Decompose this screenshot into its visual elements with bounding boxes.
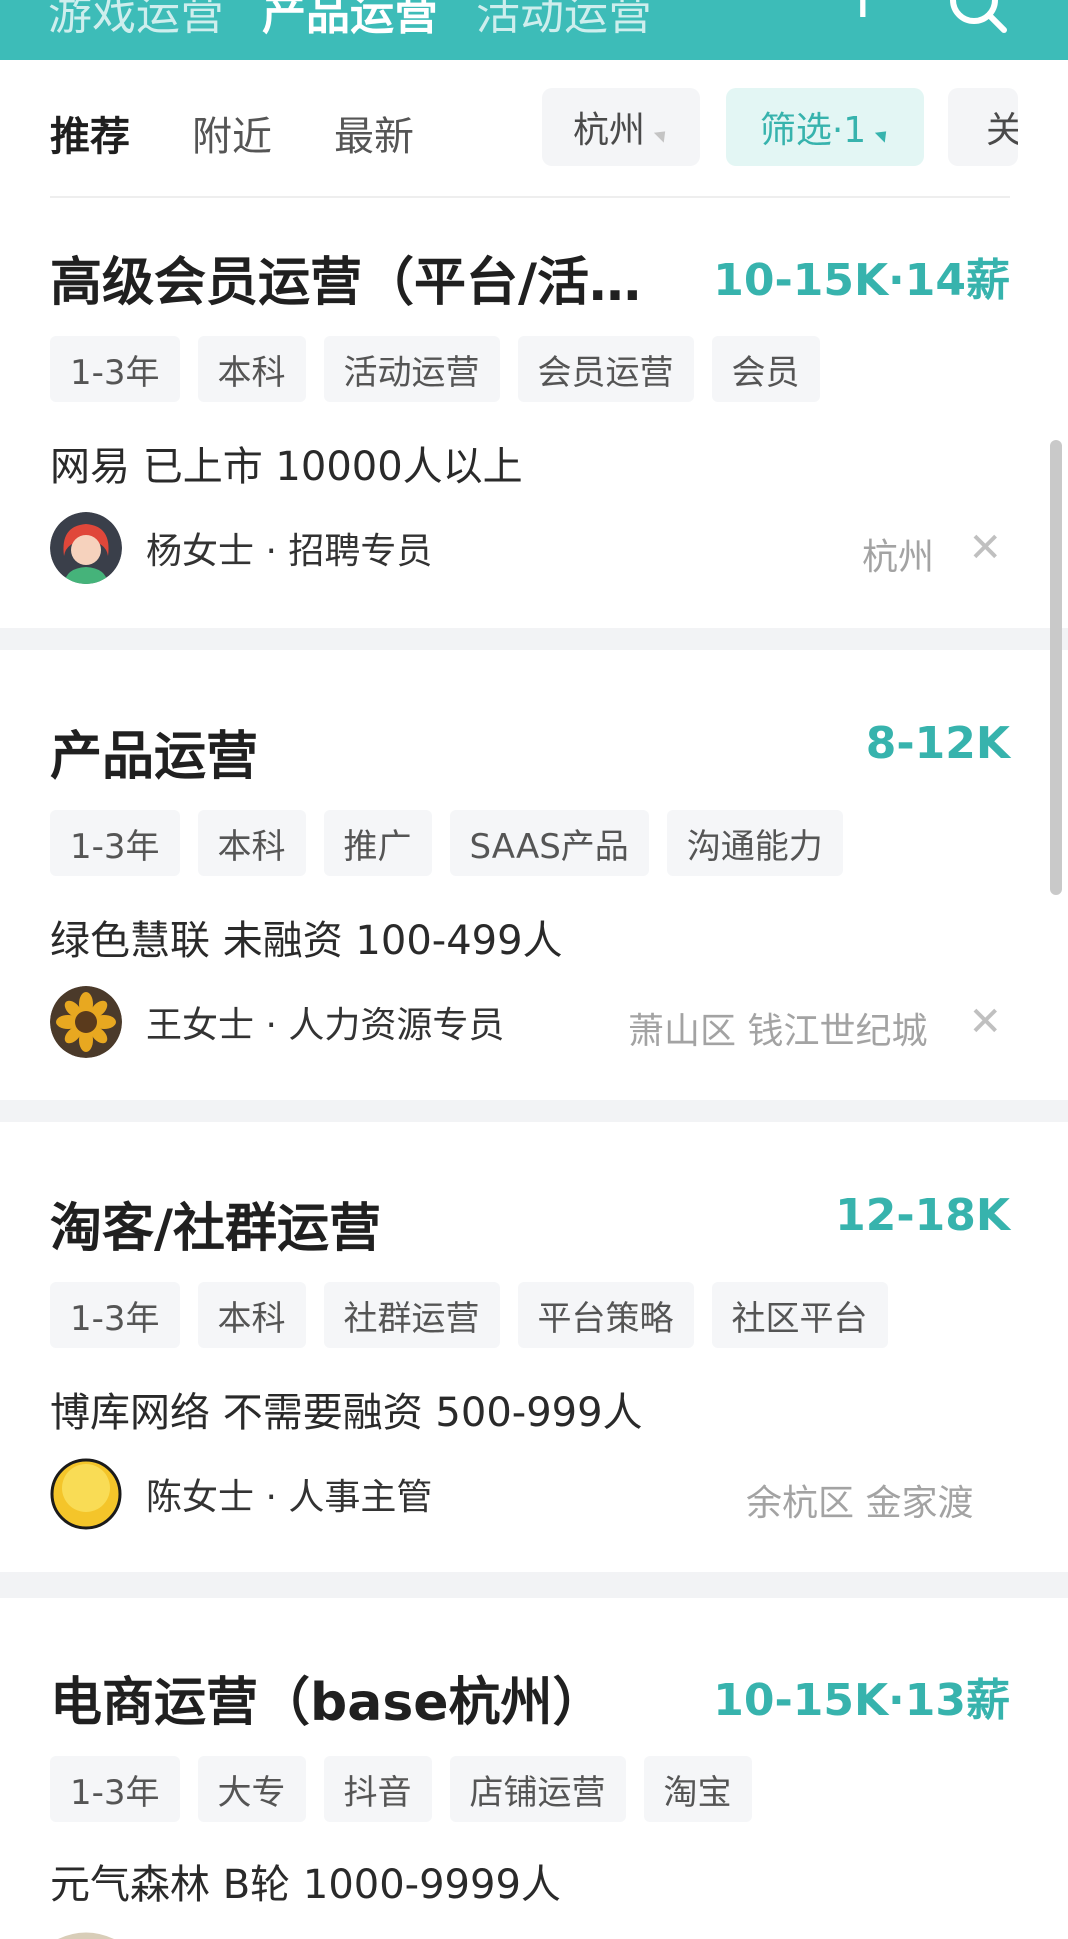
search-icon[interactable] bbox=[946, 0, 1008, 34]
tab-nearby[interactable]: 附近 bbox=[192, 104, 272, 162]
more-filter-chip[interactable]: 关 bbox=[948, 88, 1018, 166]
filter-bar: 推荐 附近 最新 杭州 筛选·1 关 bbox=[0, 60, 1068, 198]
job-tags: 1-3年 大专 抖音 店铺运营 淘宝 bbox=[50, 1756, 752, 1822]
job-location: 杭州 bbox=[862, 537, 935, 578]
job-card[interactable]: 产品运营 8-12K 1-3年 本科 推广 SAAS产品 沟通能力 绿色慧联 未… bbox=[0, 650, 1068, 1100]
job-salary: 8-12K bbox=[865, 718, 1010, 769]
top-nav-bar: 游戏运营 产品运营 活动运营 + bbox=[0, 0, 1068, 60]
job-card[interactable]: 电商运营（base杭州） 10-15K·13薪 1-3年 大专 抖音 店铺运营 … bbox=[0, 1598, 1068, 1939]
job-tag: 1-3年 bbox=[50, 336, 180, 402]
top-tab-product-ops[interactable]: 产品运营 bbox=[262, 0, 438, 42]
job-tag: 本科 bbox=[197, 336, 306, 402]
job-salary: 10-15K·14薪 bbox=[713, 255, 1010, 306]
job-tags: 1-3年 本科 社群运营 平台策略 社区平台 bbox=[50, 1282, 888, 1348]
job-location: 余杭区 金家渡 bbox=[746, 1483, 974, 1524]
city-label: 杭州 bbox=[572, 110, 645, 151]
job-card[interactable]: 高级会员运营（平台/活… 10-15K·14薪 1-3年 本科 活动运营 会员运… bbox=[0, 198, 1068, 628]
job-title: 高级会员运营（平台/活… bbox=[50, 253, 641, 313]
tab-recommend[interactable]: 推荐 bbox=[50, 104, 130, 162]
job-title: 电商运营（base杭州） bbox=[50, 1673, 605, 1733]
plus-icon[interactable]: + bbox=[836, 0, 890, 28]
job-tag: 社区平台 bbox=[711, 1282, 888, 1348]
company-info: 网易 已上市 10000人以上 bbox=[50, 444, 523, 490]
job-tags: 1-3年 本科 推广 SAAS产品 沟通能力 bbox=[50, 810, 843, 876]
company-info: 元气森林 B轮 1000-9999人 bbox=[50, 1862, 561, 1908]
job-tag: SAAS产品 bbox=[449, 810, 649, 876]
recruiter: 王女士 · 人力资源专员 bbox=[50, 986, 504, 1058]
company-info: 绿色慧联 未融资 100-499人 bbox=[50, 918, 563, 964]
top-nav-tabs: 游戏运营 产品运营 活动运营 bbox=[48, 0, 652, 42]
sort-tabs: 推荐 附近 最新 bbox=[50, 104, 414, 162]
recruiter-name: 陈女士 · 人事主管 bbox=[146, 1477, 433, 1518]
job-title: 淘客/社群运营 bbox=[50, 1199, 381, 1259]
job-tag: 会员运营 bbox=[517, 336, 694, 402]
close-icon[interactable]: ✕ bbox=[968, 1002, 1002, 1042]
job-tag: 本科 bbox=[197, 810, 306, 876]
job-tag: 活动运营 bbox=[323, 336, 500, 402]
dropdown-caret-icon bbox=[875, 125, 892, 143]
job-location: 萧山区 钱江世纪城 bbox=[628, 1011, 928, 1052]
filter-button[interactable]: 筛选·1 bbox=[726, 88, 924, 166]
job-tag: 1-3年 bbox=[50, 1282, 180, 1348]
avatar bbox=[50, 1458, 122, 1530]
filter-label: 筛选·1 bbox=[759, 110, 867, 151]
recruiter-name: 王女士 · 人力资源专员 bbox=[146, 1005, 505, 1046]
job-card[interactable]: 淘客/社群运营 12-18K 1-3年 本科 社群运营 平台策略 社区平台 博库… bbox=[0, 1122, 1068, 1572]
job-tag: 平台策略 bbox=[517, 1282, 694, 1348]
job-tag: 沟通能力 bbox=[666, 810, 843, 876]
city-selector[interactable]: 杭州 bbox=[542, 88, 700, 166]
recruiter-name: 杨女士 · 招聘专员 bbox=[146, 531, 433, 572]
company-info: 博库网络 不需要融资 500-999人 bbox=[50, 1390, 643, 1436]
more-filter-label: 关 bbox=[986, 110, 1018, 151]
job-tag: 会员 bbox=[711, 336, 820, 402]
job-tag: 1-3年 bbox=[50, 810, 180, 876]
recruiter: 陈女士 · 人事主管 bbox=[50, 1458, 432, 1530]
tab-latest[interactable]: 最新 bbox=[334, 104, 414, 162]
job-salary: 12-18K bbox=[835, 1190, 1010, 1241]
job-tag: 淘宝 bbox=[643, 1756, 752, 1822]
job-title: 产品运营 bbox=[50, 727, 259, 787]
job-tag: 社群运营 bbox=[323, 1282, 500, 1348]
job-tag: 推广 bbox=[323, 810, 432, 876]
job-tags: 1-3年 本科 活动运营 会员运营 会员 bbox=[50, 336, 820, 402]
job-tag: 抖音 bbox=[323, 1756, 432, 1822]
dropdown-caret-icon bbox=[653, 125, 671, 143]
recruiter: 杨女士 · 招聘专员 bbox=[50, 512, 432, 584]
job-tag: 本科 bbox=[197, 1282, 306, 1348]
job-salary: 10-15K·13薪 bbox=[713, 1675, 1010, 1726]
avatar bbox=[50, 986, 122, 1058]
scrollbar[interactable] bbox=[1050, 440, 1062, 895]
job-tag: 1-3年 bbox=[50, 1756, 180, 1822]
top-tab-activity-ops[interactable]: 活动运营 bbox=[476, 0, 652, 42]
job-tag: 大专 bbox=[197, 1756, 306, 1822]
close-icon[interactable]: ✕ bbox=[968, 528, 1002, 568]
top-tab-game-ops[interactable]: 游戏运营 bbox=[48, 0, 224, 42]
avatar bbox=[50, 512, 122, 584]
avatar bbox=[58, 1932, 114, 1939]
job-tag: 店铺运营 bbox=[449, 1756, 626, 1822]
